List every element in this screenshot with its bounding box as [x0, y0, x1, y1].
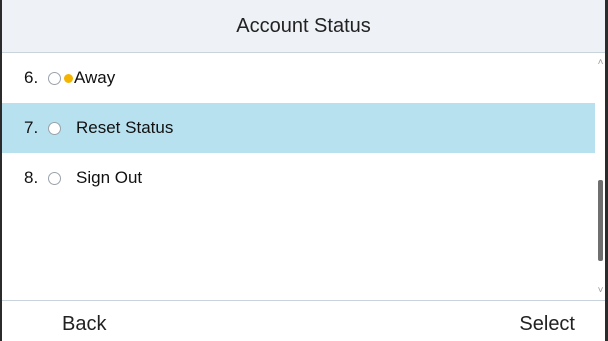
status-list: 6. Away 7. Reset Status 8. Sign Out — [2, 53, 595, 300]
list-item-reset-status[interactable]: 7. Reset Status — [2, 103, 595, 153]
item-number: 6. — [24, 68, 39, 87]
radio-button-icon[interactable] — [48, 71, 61, 85]
select-button[interactable]: Select — [519, 313, 575, 336]
title-bar: Account Status — [2, 0, 605, 53]
list-item-away[interactable]: 6. Away — [2, 53, 595, 103]
item-number: 7. — [24, 118, 39, 137]
chevron-down-icon: ˅ — [597, 285, 604, 296]
item-label: Away — [74, 68, 116, 87]
item-label: Reset Status — [76, 118, 174, 137]
list-item-sign-out[interactable]: 8. Sign Out — [2, 153, 595, 203]
presence-dot-icon — [64, 73, 73, 83]
back-button[interactable]: Back — [62, 313, 106, 336]
scrollbar[interactable]: ˄ ˅ — [596, 53, 605, 300]
item-label: Sign Out — [76, 168, 143, 187]
radio-button-icon[interactable] — [48, 121, 61, 135]
phone-screen: Account Status 6. Away 7. Reset Status 8… — [0, 0, 608, 341]
chevron-up-icon: ˄ — [597, 57, 604, 68]
radio-button-icon[interactable] — [48, 171, 61, 185]
item-number: 8. — [24, 168, 39, 187]
page-title: Account Status — [236, 14, 371, 37]
scrollbar-thumb[interactable] — [598, 180, 603, 261]
softkey-bar: Back Select — [2, 300, 605, 341]
